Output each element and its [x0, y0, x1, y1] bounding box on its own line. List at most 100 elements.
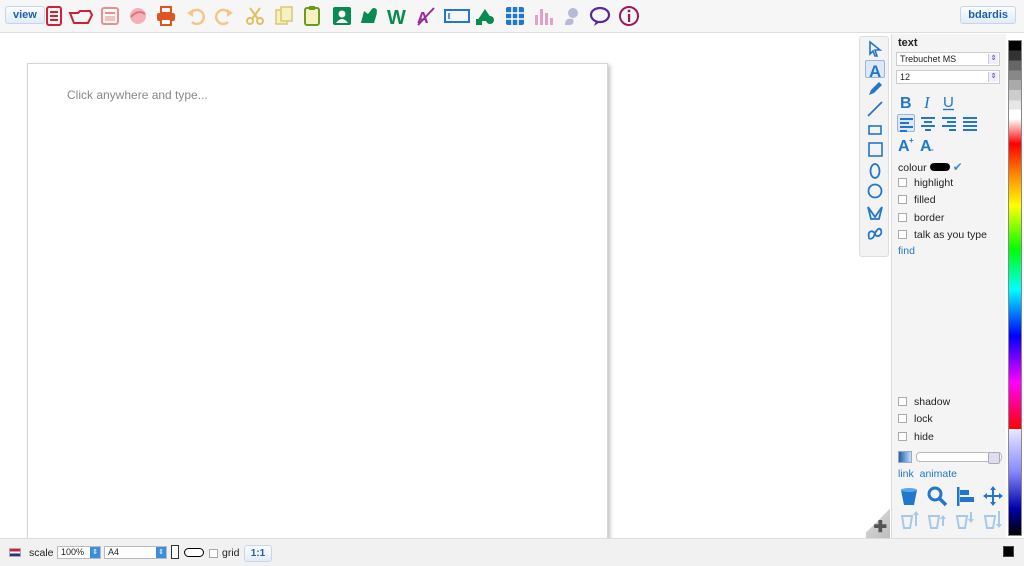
document-page[interactable]: Click anywhere and type... — [27, 63, 608, 538]
underline-icon[interactable]: U — [940, 93, 958, 111]
chevron-updown-icon: ⇕ — [988, 72, 998, 82]
scale-label: scale — [29, 547, 54, 559]
highlight-option[interactable]: highlight — [898, 176, 953, 190]
rectangle-thin-icon[interactable] — [865, 121, 885, 139]
align-right-icon[interactable] — [940, 114, 958, 132]
chart-icon[interactable] — [532, 5, 554, 27]
balloon-icon[interactable] — [589, 5, 611, 27]
link-animate-row: link animate — [898, 467, 957, 481]
dictionary-icon[interactable]: A — [415, 5, 437, 27]
map-icon[interactable] — [358, 5, 380, 27]
cut-icon[interactable] — [244, 5, 266, 27]
align-left-icon[interactable] — [897, 114, 915, 132]
animate-link[interactable]: animate — [920, 468, 957, 480]
opacity-slider[interactable] — [898, 451, 1003, 464]
send-backward-icon[interactable] — [954, 508, 976, 530]
lock-option[interactable]: lock — [898, 412, 933, 426]
hide-option[interactable]: hide — [898, 430, 934, 444]
move-icon[interactable] — [982, 485, 1004, 507]
talk-checkbox[interactable] — [898, 230, 907, 239]
palette-tints[interactable] — [1009, 429, 1021, 535]
photo-icon[interactable] — [331, 5, 353, 27]
paper-size-select[interactable]: A4 ⇕ — [104, 546, 167, 559]
search-icon[interactable] — [926, 485, 948, 507]
chevron-updown-icon: ⇕ — [156, 547, 166, 558]
pointer-icon[interactable] — [865, 40, 885, 58]
svg-text:-: - — [931, 145, 934, 153]
undo-icon[interactable] — [185, 5, 207, 27]
document-icon[interactable] — [43, 5, 65, 27]
decrease-font-icon[interactable]: A- — [919, 135, 937, 153]
filled-option[interactable]: filled — [898, 193, 936, 207]
shadow-checkbox[interactable] — [898, 397, 907, 406]
colour-swatch[interactable] — [929, 163, 950, 171]
language-flag-icon[interactable] — [9, 548, 21, 557]
slider-knob[interactable] — [988, 452, 1000, 464]
size-select[interactable]: 12 ⇕ — [896, 70, 1000, 84]
portrait-orientation-icon[interactable] — [171, 545, 179, 559]
palette-grayscale[interactable] — [1009, 41, 1021, 119]
word-icon[interactable]: W — [386, 5, 408, 27]
ellipse-icon[interactable] — [865, 162, 885, 180]
italic-icon[interactable]: I — [919, 93, 937, 111]
template-icon[interactable] — [99, 5, 121, 27]
border-option[interactable]: border — [898, 211, 944, 225]
view-button[interactable]: view — [5, 6, 45, 24]
textbox-icon[interactable] — [444, 5, 470, 27]
justify-icon[interactable] — [961, 114, 979, 132]
redo-icon[interactable] — [213, 5, 235, 27]
speech-icon[interactable] — [561, 5, 583, 27]
colour-palette[interactable] — [1008, 40, 1022, 536]
bucket-icon[interactable] — [898, 485, 920, 507]
square-icon[interactable] — [865, 141, 885, 159]
shadow-option[interactable]: shadow — [898, 395, 950, 409]
send-back-icon[interactable] — [982, 508, 1004, 530]
paste-icon[interactable] — [301, 5, 323, 27]
check-icon[interactable]: ✔ — [953, 160, 963, 174]
lock-checkbox[interactable] — [898, 414, 907, 423]
shape-icon[interactable] — [865, 203, 885, 221]
find-link[interactable]: find — [898, 244, 915, 258]
chevron-updown-icon: ⇕ — [988, 54, 998, 64]
freeform-icon[interactable] — [865, 224, 885, 242]
info-icon[interactable] — [618, 5, 640, 27]
open-folder-icon[interactable] — [68, 5, 94, 27]
increase-font-icon[interactable]: A + — [897, 135, 915, 153]
highlight-checkbox[interactable] — [898, 178, 907, 187]
text-tool-icon[interactable]: A — [865, 60, 885, 79]
bring-forward-icon[interactable] — [926, 508, 948, 530]
circle-icon[interactable] — [865, 182, 885, 200]
print-icon[interactable] — [155, 5, 177, 27]
palette-hues[interactable] — [1009, 119, 1021, 429]
align-center-icon[interactable] — [919, 114, 937, 132]
scale-select[interactable]: 100% ⇕ — [57, 546, 101, 559]
font-select[interactable]: Trebuchet MS ⇕ — [896, 52, 1000, 66]
filled-checkbox[interactable] — [898, 195, 907, 204]
symbols-icon[interactable] — [474, 5, 496, 27]
talk-option[interactable]: talk as you type — [898, 228, 987, 242]
bold-icon[interactable]: B — [897, 93, 915, 111]
actual-size-button[interactable]: 1:1 — [244, 545, 272, 562]
media-icon[interactable] — [127, 5, 149, 27]
svg-text:A: A — [869, 62, 881, 79]
svg-text:+: + — [909, 136, 914, 145]
border-checkbox[interactable] — [898, 213, 907, 222]
line-icon[interactable] — [865, 100, 885, 118]
hide-checkbox[interactable] — [898, 432, 907, 441]
grid-checkbox[interactable] — [209, 549, 218, 558]
svg-text:B: B — [900, 95, 912, 111]
copy-icon[interactable] — [273, 5, 295, 27]
user-account-button[interactable]: bdardis — [960, 6, 1016, 24]
slider-track[interactable] — [916, 452, 1002, 464]
table-icon[interactable] — [504, 5, 526, 27]
chevron-updown-icon: ⇕ — [90, 547, 100, 558]
align-objects-icon[interactable] — [954, 485, 976, 507]
add-page-corner[interactable]: ✚ — [866, 508, 890, 538]
current-colour-indicator[interactable] — [1003, 546, 1014, 557]
landscape-orientation-icon[interactable] — [184, 548, 204, 557]
pencil-icon[interactable] — [865, 80, 885, 98]
link-link[interactable]: link — [898, 468, 914, 480]
status-bar: scale 100% ⇕ A4 ⇕ grid 1:1 — [0, 538, 1024, 566]
bring-front-icon[interactable] — [898, 508, 920, 530]
canvas-area[interactable]: Click anywhere and type... — [0, 34, 890, 538]
